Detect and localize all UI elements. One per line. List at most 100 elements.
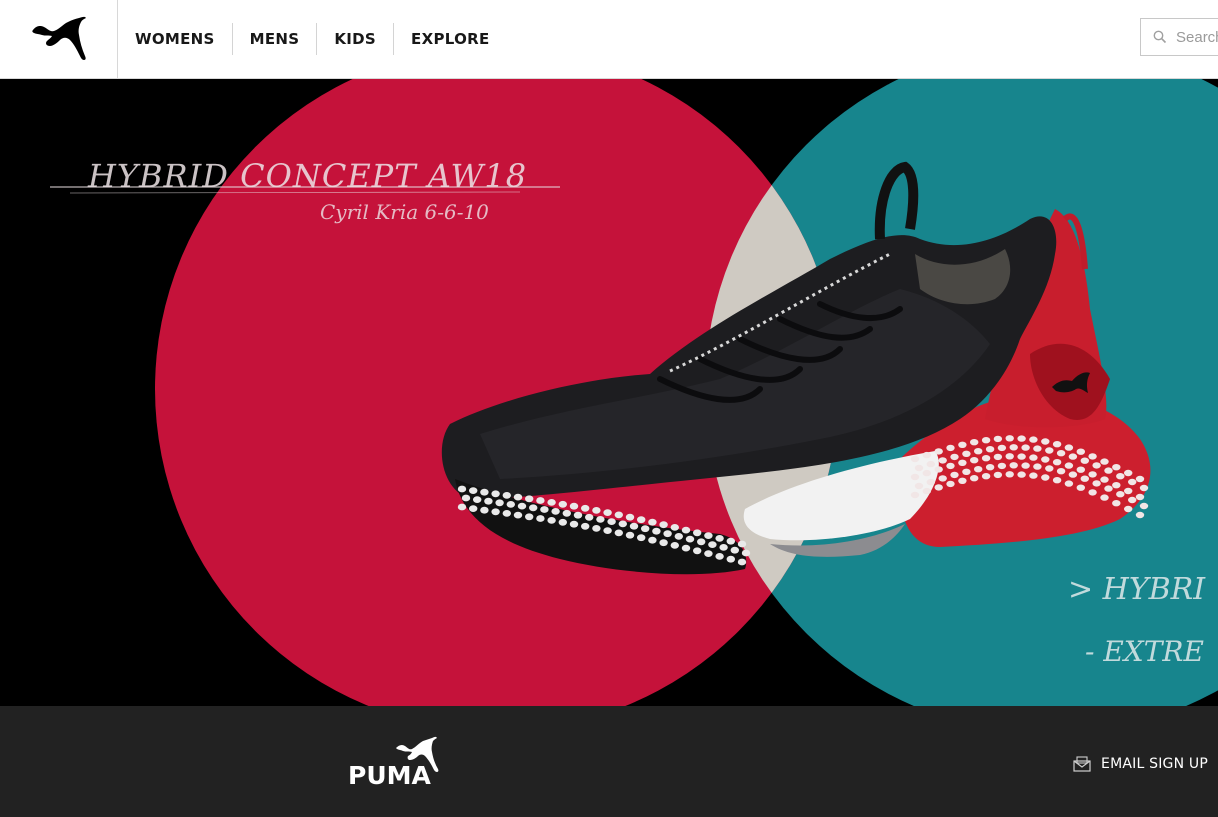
- pebble-dot: [946, 480, 955, 488]
- pebble-dot: [525, 495, 534, 503]
- pebble-dot: [1088, 453, 1097, 460]
- search-box[interactable]: [1140, 18, 1218, 56]
- pebble-dot: [1076, 484, 1086, 491]
- pebble-dot: [934, 484, 943, 491]
- pebble-dot: [1092, 462, 1101, 469]
- pebble-dot: [950, 453, 959, 461]
- pebble-dot: [1100, 476, 1109, 483]
- pebble-dot: [1092, 480, 1101, 487]
- pebble-dot: [981, 473, 991, 480]
- pebble-dot: [1112, 500, 1121, 507]
- hero-banner[interactable]: HYBRID CONCEPT AW18 Cyril Kria 6-6-10 > …: [0, 79, 1218, 706]
- pebble-dot: [659, 539, 668, 547]
- pebble-dot: [1052, 477, 1062, 484]
- pebble-dot: [629, 522, 639, 530]
- pebble-dot: [938, 457, 947, 464]
- pebble-dot: [958, 459, 967, 466]
- pebble-dot: [1052, 441, 1062, 448]
- pebble-dot: [573, 511, 583, 519]
- pebble-dot: [934, 466, 943, 473]
- pebble-dot: [970, 439, 979, 446]
- pebble-dot: [1041, 474, 1050, 481]
- pebble-dot: [1112, 482, 1121, 489]
- search-icon: [1153, 30, 1167, 44]
- hero-image: HYBRID CONCEPT AW18 Cyril Kria 6-6-10 > …: [0, 79, 1218, 706]
- nav-kids[interactable]: KIDS: [317, 23, 393, 55]
- pebble-dot: [592, 507, 601, 514]
- pebble-dot: [581, 522, 590, 530]
- pebble-dot: [491, 508, 500, 516]
- pebble-dot: [1104, 485, 1113, 492]
- pebble-dot: [719, 544, 728, 551]
- pebble-dot: [726, 555, 735, 563]
- puma-cat-icon: [31, 16, 86, 60]
- main-nav: WOMENS MENS KIDS EXPLORE: [118, 0, 507, 78]
- pebble-dot: [934, 448, 943, 455]
- pebble-dot: [525, 513, 534, 521]
- pebble-dot: [1128, 496, 1137, 504]
- pebble-dot: [469, 487, 478, 494]
- pebble-dot: [674, 533, 683, 540]
- email-signup-link[interactable]: EMAIL SIGN UP: [1073, 756, 1208, 772]
- site-header: WOMENS MENS KIDS EXPLORE: [0, 0, 1218, 79]
- pebble-dot: [993, 453, 1003, 461]
- pebble-dot: [1009, 444, 1018, 451]
- puma-logo-link[interactable]: [0, 0, 118, 78]
- pebble-dot: [1021, 462, 1030, 469]
- footer-brand-logo[interactable]: PUMA: [346, 736, 446, 792]
- pebble-dot: [1009, 462, 1018, 469]
- pebble-dot: [659, 521, 668, 529]
- pebble-dot: [704, 550, 713, 557]
- pebble-dot: [1088, 471, 1097, 478]
- pebble-dot: [596, 516, 605, 523]
- pebble-dot: [1135, 493, 1145, 501]
- pebble-dot: [558, 518, 567, 526]
- pebble-dot: [974, 448, 983, 455]
- pebble-dot: [1017, 471, 1026, 478]
- pebble-dot: [551, 508, 560, 515]
- sketch-subtitle: Cyril Kria 6-6-10: [320, 200, 489, 224]
- pebble-dot: [540, 506, 549, 513]
- pebble-dot: [1029, 436, 1038, 443]
- pebble-dot: [715, 535, 724, 542]
- pebble-dot: [625, 513, 635, 521]
- pebble-dot: [1112, 464, 1121, 471]
- search-input[interactable]: [1176, 28, 1218, 46]
- pebble-dot: [618, 520, 627, 528]
- nav-womens[interactable]: WOMENS: [118, 23, 232, 55]
- pebble-dot: [950, 471, 959, 479]
- pebble-dot: [652, 527, 661, 535]
- pebble-dot: [513, 493, 523, 501]
- pebble-dot: [1005, 435, 1014, 442]
- pebble-dot: [469, 505, 478, 512]
- pebble-dot: [926, 478, 935, 486]
- nav-mens[interactable]: MENS: [233, 23, 317, 55]
- pebble-dot: [461, 494, 471, 502]
- pebble-dot: [1064, 462, 1074, 469]
- pebble-dot: [910, 491, 920, 499]
- pebble-dot: [491, 490, 500, 498]
- pebble-dot: [981, 437, 991, 444]
- pebble-dot: [641, 525, 650, 533]
- pebble-dot: [585, 513, 594, 521]
- pebble-dot: [1128, 478, 1137, 486]
- pebble-dot: [985, 464, 995, 471]
- pebble-dot: [697, 538, 706, 546]
- pebble-dot: [1064, 480, 1074, 487]
- pebble-dot: [637, 516, 646, 524]
- pebble-dot: [922, 469, 931, 477]
- site-footer: PUMA EMAIL SIGN UP: [0, 706, 1218, 817]
- pebble-dot: [1139, 484, 1149, 492]
- nav-explore[interactable]: EXPLORE: [394, 23, 506, 55]
- pebble-dot: [1088, 489, 1097, 496]
- pebble-dot: [1045, 465, 1054, 472]
- pebble-dot: [648, 536, 657, 544]
- pebble-dot: [1076, 448, 1086, 455]
- pebble-dot: [914, 464, 924, 472]
- pebble-dot: [625, 531, 635, 539]
- pebble-dot: [1021, 444, 1030, 451]
- sketch-note-2: - EXTRE: [1085, 635, 1204, 668]
- pebble-dot: [914, 482, 924, 490]
- pebble-dot: [910, 473, 920, 481]
- pebble-dot: [558, 500, 567, 508]
